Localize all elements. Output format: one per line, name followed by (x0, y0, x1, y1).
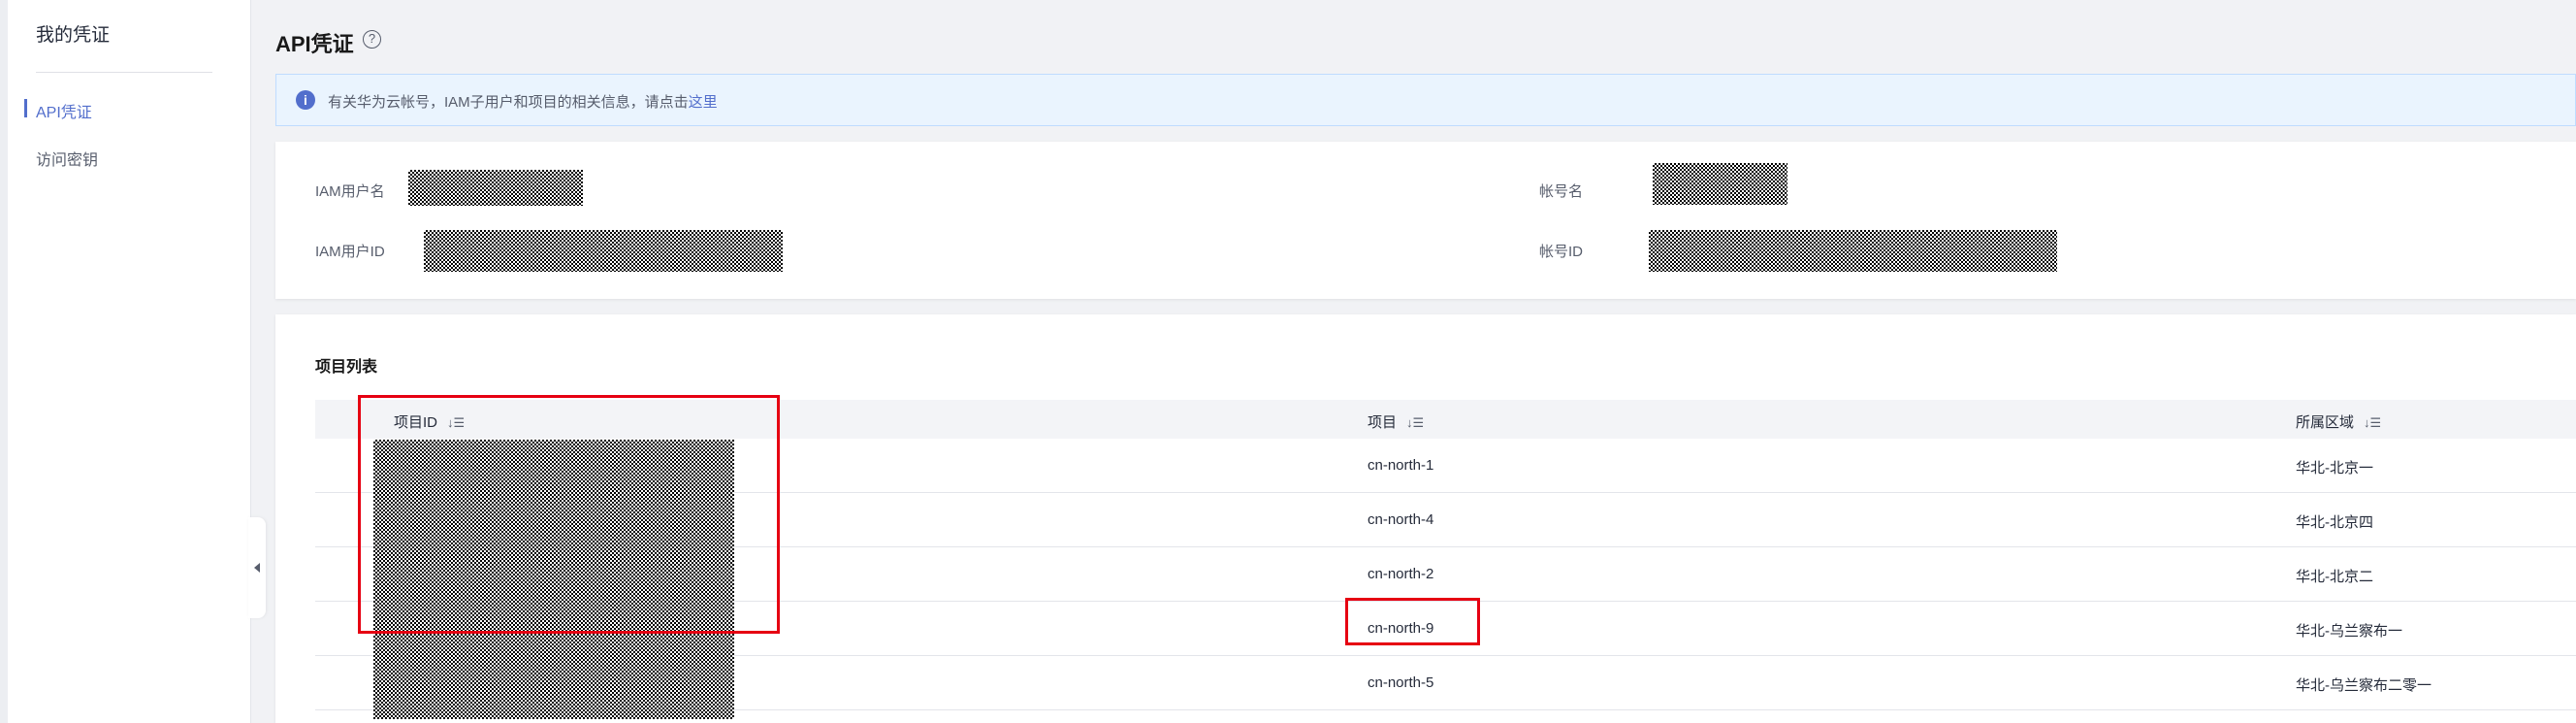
sidebar-item-api-credentials[interactable]: API凭证 (36, 99, 92, 122)
column-header-project-label: 项目 (1368, 414, 1398, 431)
region-cell: 华北-北京二 (2296, 569, 2373, 585)
info-banner-text: 有关华为云帐号，IAM子用户和项目的相关信息，请点击这里 (328, 91, 718, 112)
account-id-value-redacted (1649, 230, 2057, 272)
account-id-label: 帐号ID (1539, 244, 1584, 260)
project-name-cell: cn-north-9 (1368, 620, 1434, 637)
region-cell: 华北-北京四 (2296, 514, 2373, 531)
column-header-region[interactable]: 所属区域 ↓☰ (2296, 411, 2381, 432)
iam-user-id-label: IAM用户ID (315, 244, 385, 260)
sort-icon[interactable]: ↓☰ (447, 415, 465, 430)
project-name-cell: cn-north-2 (1368, 566, 1434, 582)
region-cell: 华北-乌兰察布一 (2296, 623, 2402, 640)
info-banner-message: 有关华为云帐号，IAM子用户和项目的相关信息，请点击 (328, 94, 689, 111)
project-name-cell: cn-north-1 (1368, 457, 1434, 474)
account-info-card: IAM用户名 IAM用户ID 帐号名 帐号ID (275, 142, 2576, 299)
iam-username-value-redacted (408, 170, 583, 206)
sort-icon[interactable]: ↓☰ (2364, 415, 2381, 430)
sidebar: 我的凭证 API凭证 访问密钥 (8, 0, 251, 723)
project-name-cell: cn-north-4 (1368, 511, 1434, 528)
iam-username-label: IAM用户名 (315, 183, 385, 200)
help-icon[interactable]: ? (363, 30, 381, 49)
project-list-title: 项目列表 (315, 359, 378, 376)
account-name-value-redacted (1653, 163, 1787, 205)
left-edge (0, 0, 8, 723)
column-header-region-label: 所属区域 (2296, 414, 2355, 431)
active-nav-indicator (24, 99, 27, 117)
account-name-label: 帐号名 (1539, 183, 1584, 200)
table-header: 项目ID ↓☰ 项目 ↓☰ 所属区域 ↓☰ (315, 400, 2576, 439)
project-list-card: 项目列表 项目ID ↓☰ 项目 ↓☰ 所属区域 ↓☰ cn-north-1 华北-北京… (275, 314, 2576, 723)
project-id-column-redacted (373, 440, 734, 719)
column-header-project[interactable]: 项目 ↓☰ (1368, 411, 1424, 432)
page-title: API凭证 (275, 32, 354, 56)
sidebar-item-access-keys[interactable]: 访问密钥 (36, 147, 98, 170)
sort-icon[interactable]: ↓☰ (1406, 415, 1424, 430)
iam-user-id-value-redacted (424, 230, 783, 272)
region-cell: 华北-北京一 (2296, 460, 2373, 477)
sidebar-collapse-button[interactable] (248, 517, 266, 618)
caret-left-icon (254, 563, 260, 573)
column-header-project-id[interactable]: 项目ID ↓☰ (394, 411, 465, 432)
column-header-project-id-label: 项目ID (394, 414, 438, 431)
sidebar-title: 我的凭证 (36, 25, 111, 46)
region-cell: 华北-乌兰察布二零一 (2296, 677, 2431, 694)
project-name-cell: cn-north-5 (1368, 674, 1434, 691)
info-icon: i (296, 90, 315, 110)
info-banner-link[interactable]: 这里 (689, 94, 718, 111)
sidebar-divider (36, 72, 212, 73)
info-banner: i 有关华为云帐号，IAM子用户和项目的相关信息，请点击这里 (275, 74, 2576, 126)
